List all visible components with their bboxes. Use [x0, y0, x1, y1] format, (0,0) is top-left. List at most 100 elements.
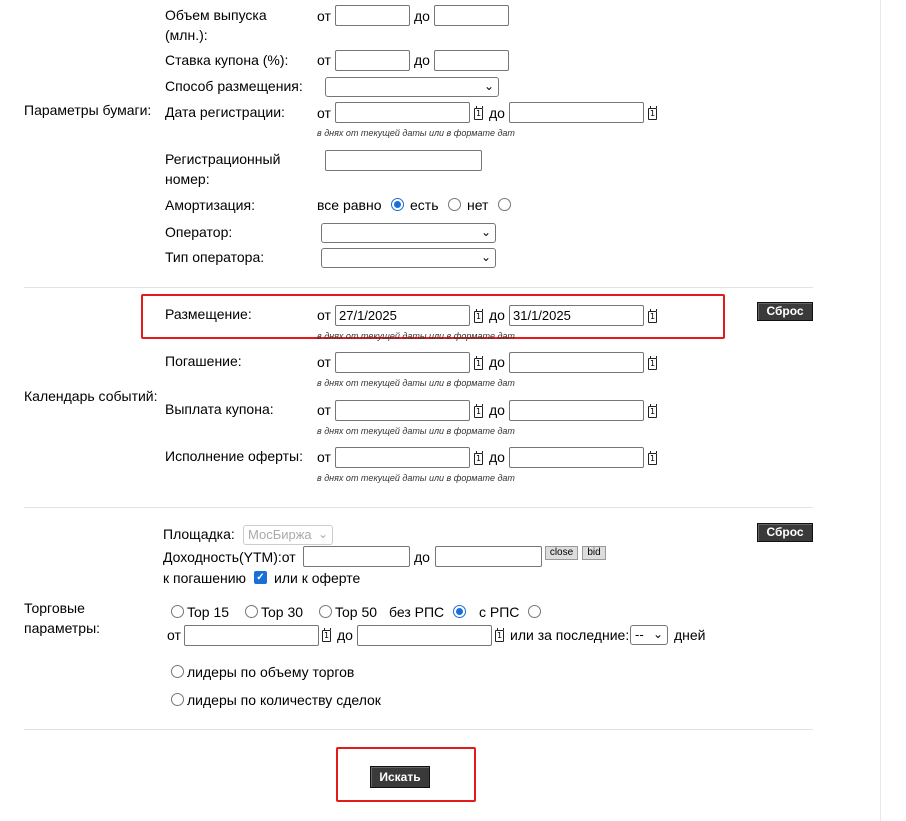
amort-any-label: все равно	[317, 197, 382, 213]
reg-date-to-input[interactable]	[509, 102, 644, 123]
top30-label: Top 30	[261, 604, 304, 620]
calendar-icon[interactable]: 1	[648, 356, 657, 370]
placement-to-label: до	[489, 307, 505, 323]
section-divider	[24, 287, 813, 288]
calendar-icon[interactable]: 1	[495, 628, 504, 642]
yield-label: Доходность(YTM):от	[163, 549, 296, 565]
calendar-icon[interactable]: 1	[648, 309, 657, 323]
volume-to-label: до	[414, 8, 430, 24]
coupon-to-input[interactable]	[434, 50, 509, 71]
coupon-label: Ставка купона (%):	[165, 52, 289, 68]
amort-label: Амортизация:	[165, 197, 255, 213]
days-label: дней	[674, 627, 706, 643]
amort-no-radio[interactable]	[498, 198, 511, 211]
placement-method-select[interactable]: ⌄	[325, 77, 499, 97]
reg-number-input[interactable]	[325, 150, 482, 171]
volume-from-label: от	[317, 8, 331, 24]
venue-select[interactable]: МосБиржа ⌄	[243, 525, 333, 545]
bid-button[interactable]: bid	[582, 546, 606, 560]
amort-any-radio[interactable]	[391, 198, 404, 211]
to-maturity-checkbox[interactable]: ✓	[254, 571, 267, 584]
date-hint: в днях от текущей даты или в формате дат	[317, 426, 515, 436]
paper-section-label: Параметры бумаги:	[24, 102, 152, 118]
calendar-icon[interactable]: 1	[474, 404, 483, 418]
no-rps-label: без РПС	[389, 604, 445, 620]
placement-label: Размещение:	[165, 306, 252, 322]
last-days-select[interactable]: -- ⌄	[630, 625, 668, 645]
no-rps-radio[interactable]	[453, 605, 466, 618]
calendar-icon[interactable]: 1	[474, 451, 483, 465]
leaders-deals-radio[interactable]	[171, 693, 184, 706]
coupon-from-input[interactable]	[335, 50, 410, 71]
yield-to-label: до	[414, 549, 430, 565]
venue-value: МосБиржа	[248, 527, 312, 542]
coupon-to-label: до	[414, 52, 430, 68]
calendar-icon[interactable]: 1	[474, 309, 483, 323]
reg-number-label: Регистрационный номер:	[165, 151, 281, 187]
section-divider	[24, 507, 813, 508]
with-rps-radio[interactable]	[528, 605, 541, 618]
offer-label: Исполнение оферты:	[165, 448, 303, 464]
calendar-icon[interactable]: 1	[474, 356, 483, 370]
calendar-icon[interactable]: 1	[648, 451, 657, 465]
last-days-value: --	[635, 627, 644, 642]
maturity-to-input[interactable]	[509, 352, 644, 373]
or-last-label: или за последние:	[510, 627, 630, 643]
trade-from-label: от	[167, 627, 181, 643]
top30-radio[interactable]	[245, 605, 258, 618]
chevron-down-icon: ⌄	[317, 527, 328, 541]
placement-to-input[interactable]: 31/1/2025	[509, 305, 644, 326]
top15-radio[interactable]	[171, 605, 184, 618]
calendar-icon[interactable]: 1	[474, 106, 483, 120]
volume-to-input[interactable]	[434, 5, 509, 26]
reg-date-from-label: от	[317, 105, 331, 121]
to-maturity-label: к погашению	[163, 570, 247, 586]
placement-from-input[interactable]: 27/1/2025	[335, 305, 470, 326]
calendar-icon[interactable]: 1	[648, 106, 657, 120]
operator-label: Оператор:	[165, 224, 233, 240]
date-hint: в днях от текущей даты или в формате дат	[317, 128, 515, 138]
leaders-volume-radio[interactable]	[171, 665, 184, 678]
date-hint: в днях от текущей даты или в формате дат	[317, 473, 515, 483]
amort-yes-radio[interactable]	[448, 198, 461, 211]
offer-from-input[interactable]	[335, 447, 470, 468]
trade-to-label: до	[337, 627, 353, 643]
calendar-reset-button[interactable]: Сброс	[757, 302, 813, 321]
coupon-pay-to-input[interactable]	[509, 400, 644, 421]
chevron-down-icon: ⌄	[483, 79, 494, 93]
operator-select[interactable]: ⌄	[321, 223, 496, 243]
placement-from-label: от	[317, 307, 331, 323]
yield-to-input[interactable]	[435, 546, 542, 567]
top15-label: Top 15	[187, 604, 230, 620]
search-button[interactable]: Искать	[370, 766, 430, 788]
calendar-section-label: Календарь событий:	[24, 388, 158, 404]
amort-yes-label: есть	[410, 197, 439, 213]
date-hint: в днях от текущей даты или в формате дат	[317, 378, 515, 388]
reg-date-label: Дата регистрации:	[165, 104, 285, 120]
offer-from-label: от	[317, 449, 331, 465]
leaders-volume-label: лидеры по объему торгов	[187, 664, 355, 680]
close-button[interactable]: close	[545, 546, 578, 560]
coupon-pay-from-label: от	[317, 402, 331, 418]
yield-from-input[interactable]	[303, 546, 410, 567]
trade-from-input[interactable]	[184, 625, 319, 646]
offer-to-input[interactable]	[509, 447, 644, 468]
maturity-label: Погашение:	[165, 353, 242, 369]
maturity-from-input[interactable]	[335, 352, 470, 373]
operator-type-select[interactable]: ⌄	[321, 248, 496, 268]
trade-to-input[interactable]	[357, 625, 492, 646]
coupon-from-label: от	[317, 52, 331, 68]
trading-section-label: Торговые параметры:	[24, 600, 101, 636]
calendar-icon[interactable]: 1	[648, 404, 657, 418]
calendar-icon[interactable]: 1	[322, 628, 331, 642]
trading-reset-button[interactable]: Сброс	[757, 523, 813, 542]
offer-to-label: до	[489, 449, 505, 465]
top50-radio[interactable]	[319, 605, 332, 618]
reg-date-to-label: до	[489, 105, 505, 121]
reg-date-from-input[interactable]	[335, 102, 470, 123]
venue-label: Площадка:	[163, 526, 235, 542]
volume-from-input[interactable]	[335, 5, 410, 26]
amort-no-label: нет	[467, 197, 489, 213]
placement-method-label: Способ размещения:	[165, 78, 303, 94]
coupon-pay-from-input[interactable]	[335, 400, 470, 421]
